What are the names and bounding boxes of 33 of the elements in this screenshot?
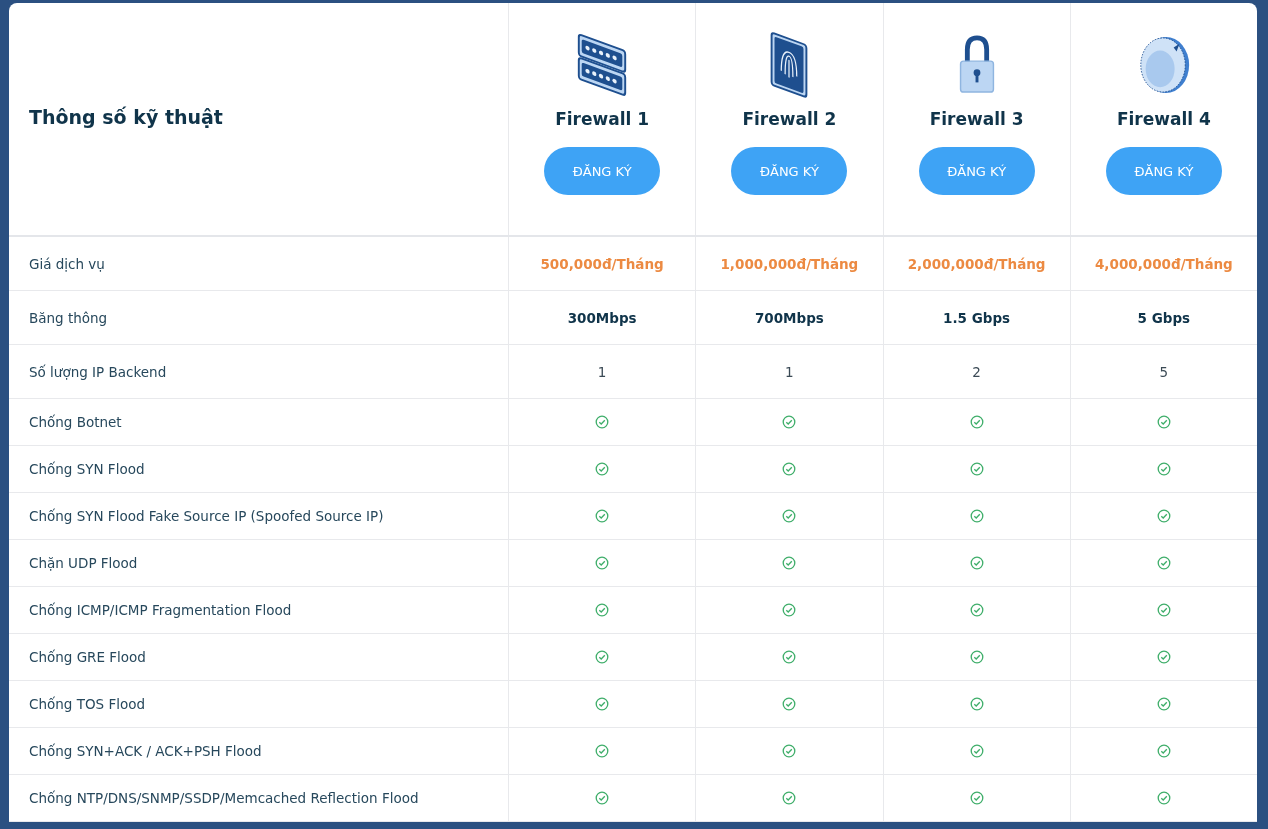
- feature-label: Chống SYN+ACK / ACK+PSH Flood: [29, 743, 262, 759]
- feature-label: Chặn UDP Flood: [29, 555, 138, 571]
- register-button[interactable]: ĐĂNG KÝ: [731, 147, 848, 195]
- spec-value: 300Mbps: [567, 309, 637, 326]
- plan-name: Firewall 3: [929, 109, 1024, 129]
- feature-label: Chống NTP/DNS/SNMP/SSDP/Memcached Reflection Flood: [29, 790, 419, 806]
- register-button[interactable]: ĐĂNG KÝ: [918, 147, 1035, 195]
- plan-name: Firewall 4: [1116, 109, 1211, 129]
- register-button[interactable]: ĐĂNG KÝ: [544, 147, 661, 195]
- table-title: Thông số kỹ thuật: [29, 106, 223, 128]
- feature-label: Chống GRE Flood: [29, 649, 146, 665]
- spec-value: 700Mbps: [754, 309, 824, 326]
- feature-label: Chống TOS Flood: [29, 696, 145, 712]
- price-text: 4,000,000đ/Tháng: [1094, 255, 1233, 272]
- register-button[interactable]: ĐĂNG KÝ: [1105, 147, 1222, 195]
- price-text: 2,000,000đ/Tháng: [907, 255, 1046, 272]
- feature-label: Chống Botnet: [29, 414, 122, 430]
- spec-value: 5 Gbps: [1137, 309, 1191, 326]
- spec-value: 2: [972, 363, 981, 380]
- spec-value: 1: [785, 363, 794, 380]
- feature-label: Băng thông: [29, 309, 108, 326]
- feature-label: Chống ICMP/ICMP Fragmentation Flood: [29, 602, 292, 618]
- price-text: 1,000,000đ/Tháng: [720, 255, 859, 272]
- feature-label: Giá dịch vụ: [29, 255, 105, 272]
- spec-value: 1: [597, 363, 607, 380]
- plan-name: Firewall 2: [742, 109, 837, 129]
- spec-value: 1.5 Gbps: [943, 309, 1011, 326]
- price-text: 500,000đ/Tháng: [540, 255, 664, 272]
- feature-label: Chống SYN Flood Fake Source IP (Spoofed Source IP): [29, 508, 384, 524]
- plan-name: Firewall 1: [555, 109, 650, 129]
- feature-label: Chống SYN Flood: [29, 461, 145, 477]
- feature-label: Số lượng IP Backend: [29, 363, 167, 380]
- spec-value: 5: [1159, 363, 1169, 380]
